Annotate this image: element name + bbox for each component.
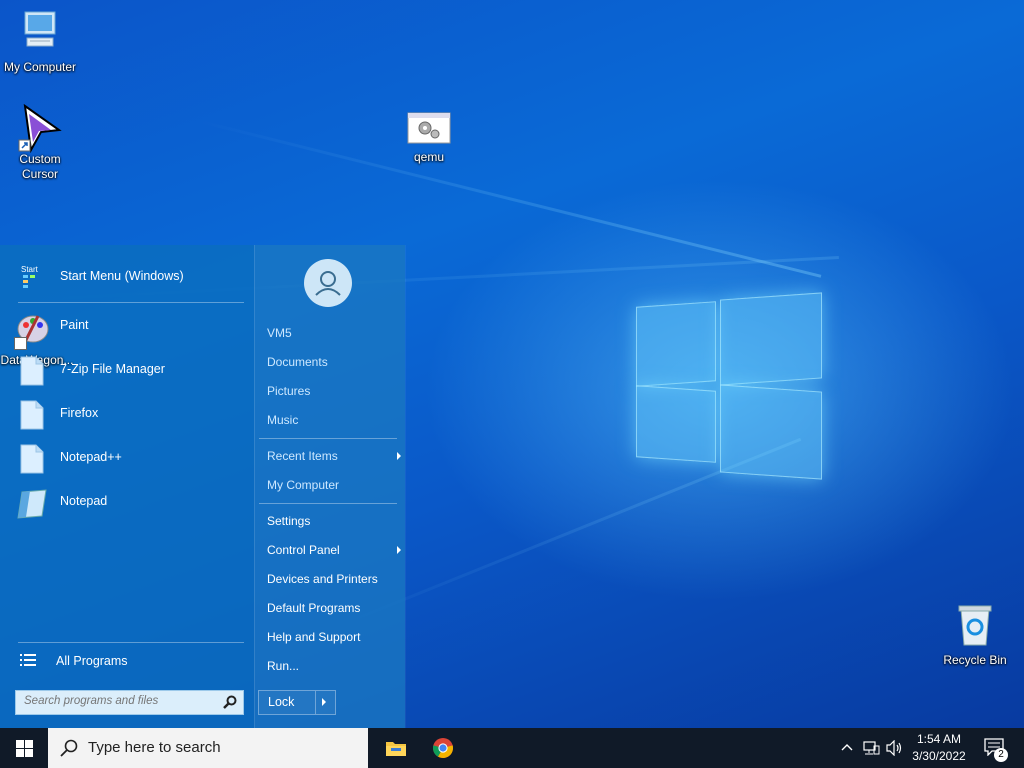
action-center-button[interactable]: 2 xyxy=(978,728,1018,768)
lock-label: Lock xyxy=(268,695,295,709)
clock-date: 3/30/2022 xyxy=(912,749,966,763)
power-options-arrow-icon[interactable] xyxy=(322,698,326,706)
places-label: Help and Support xyxy=(267,630,361,644)
desktop-icon-label: My Computer xyxy=(3,60,77,74)
places-item-recent-items[interactable]: Recent Items xyxy=(267,449,401,463)
places-label: Default Programs xyxy=(267,601,361,615)
places-item-music[interactable]: Music xyxy=(267,413,397,427)
all-programs-label: All Programs xyxy=(56,654,128,668)
user-avatar[interactable] xyxy=(304,259,352,307)
program-label: 7-Zip File Manager xyxy=(60,362,165,376)
start-search-box[interactable] xyxy=(15,690,244,715)
search-icon[interactable] xyxy=(223,695,237,709)
list-icon xyxy=(20,652,44,680)
places-label: My Computer xyxy=(267,478,340,492)
places-item-default-programs[interactable]: Default Programs xyxy=(267,601,397,615)
file-icon xyxy=(20,356,44,386)
start-menu-places-pane: VM5 Documents Pictures Music Recent Item… xyxy=(254,245,406,728)
taskbar-file-explorer[interactable] xyxy=(372,728,418,768)
notepad-icon xyxy=(17,488,47,519)
program-label: Notepad xyxy=(60,494,108,508)
places-label: Settings xyxy=(267,514,311,528)
start-menu-icon: Start xyxy=(20,263,44,291)
program-notepad-plus-plus[interactable]: Notepad++ xyxy=(14,438,246,478)
chrome-icon xyxy=(432,738,454,759)
start-search-input[interactable] xyxy=(22,694,216,708)
desktop-icon-recycle-bin[interactable]: Recycle Bin xyxy=(935,603,1015,668)
chevron-right-icon xyxy=(397,452,401,460)
show-hidden-icons-button[interactable] xyxy=(838,728,856,768)
clock-time: 1:54 AM xyxy=(916,732,962,746)
file-icon xyxy=(20,444,44,474)
places-label: Documents xyxy=(267,355,328,369)
program-label: Paint xyxy=(60,318,89,332)
places-item-my-computer[interactable]: My Computer xyxy=(267,478,397,492)
places-item-run[interactable]: Run... xyxy=(267,659,397,673)
svg-text:Start: Start xyxy=(21,265,39,274)
taskbar-search-box[interactable]: Type here to search xyxy=(48,728,368,768)
desktop-icon-label: qemu xyxy=(413,150,445,164)
places-label: Recent Items xyxy=(267,449,338,463)
lock-button[interactable]: Lock xyxy=(258,690,336,715)
windows-start-icon xyxy=(16,740,33,757)
taskbar-chrome[interactable] xyxy=(420,728,466,768)
desktop-icon-label: Custom Cursor xyxy=(19,152,61,181)
separator xyxy=(18,302,244,303)
user-icon xyxy=(315,271,341,296)
places-item-control-panel[interactable]: Control Panel xyxy=(267,543,401,557)
recycle-bin-icon xyxy=(935,603,1015,651)
program-7zip[interactable]: 7-Zip File Manager xyxy=(14,350,246,390)
places-label: Pictures xyxy=(267,384,311,398)
qemu-gear-icon xyxy=(389,112,469,148)
separator xyxy=(259,438,397,439)
network-icon xyxy=(863,741,880,755)
places-item-settings[interactable]: Settings xyxy=(267,514,397,528)
program-firefox[interactable]: Firefox xyxy=(14,394,246,434)
desktop-icon-custom-cursor[interactable]: Custom Cursor xyxy=(0,103,80,182)
places-label: Run... xyxy=(267,659,300,673)
search-icon xyxy=(60,739,78,757)
start-menu-programs-pane: Start Start Menu (Windows) Paint 7-Zip F… xyxy=(0,245,254,728)
tray-network[interactable] xyxy=(860,728,882,768)
taskbar-clock[interactable]: 1:54 AM 3/30/2022 xyxy=(908,728,970,768)
all-programs-button[interactable]: All Programs xyxy=(14,645,246,677)
program-label: Start Menu (Windows) xyxy=(60,269,184,283)
places-item-documents[interactable]: Documents xyxy=(267,355,397,369)
paint-icon xyxy=(17,312,49,343)
separator xyxy=(259,503,397,504)
desktop-icon-label: Recycle Bin xyxy=(943,653,1007,667)
places-label: Devices and Printers xyxy=(267,572,378,586)
divider xyxy=(315,691,316,714)
file-icon xyxy=(20,400,44,430)
speaker-icon xyxy=(886,740,902,756)
tray-volume[interactable] xyxy=(884,728,906,768)
places-label: VM5 xyxy=(267,326,292,340)
start-button[interactable] xyxy=(0,728,48,768)
places-item-help-support[interactable]: Help and Support xyxy=(267,630,397,644)
program-label: Firefox xyxy=(60,406,99,420)
places-label: Control Panel xyxy=(267,543,340,557)
program-start-menu-windows[interactable]: Start Start Menu (Windows) xyxy=(14,257,246,297)
places-item-devices-printers[interactable]: Devices and Printers xyxy=(267,572,397,586)
places-label: Music xyxy=(267,413,299,427)
program-notepad[interactable]: Notepad xyxy=(14,482,246,522)
start-menu: Start Start Menu (Windows) Paint 7-Zip F… xyxy=(0,245,406,728)
places-item-pictures[interactable]: Pictures xyxy=(267,384,397,398)
taskbar: Type here to search 1:54 AM 3/30/2022 2 xyxy=(0,728,1024,768)
file-explorer-icon xyxy=(386,742,406,756)
computer-icon xyxy=(0,10,80,58)
places-item-user[interactable]: VM5 xyxy=(267,326,397,340)
separator xyxy=(18,642,244,643)
desktop-icon-qemu[interactable]: qemu xyxy=(389,112,469,165)
shortcut-arrow-icon xyxy=(14,337,27,350)
chevron-right-icon xyxy=(397,546,401,554)
program-label: Notepad++ xyxy=(60,450,122,464)
desktop-icon-my-computer[interactable]: My Computer xyxy=(0,10,80,75)
taskbar-search-placeholder: Type here to search xyxy=(88,739,221,756)
chevron-up-icon xyxy=(841,744,853,751)
windows-logo-wallpaper xyxy=(636,290,822,480)
notification-count-badge: 2 xyxy=(994,748,1008,762)
